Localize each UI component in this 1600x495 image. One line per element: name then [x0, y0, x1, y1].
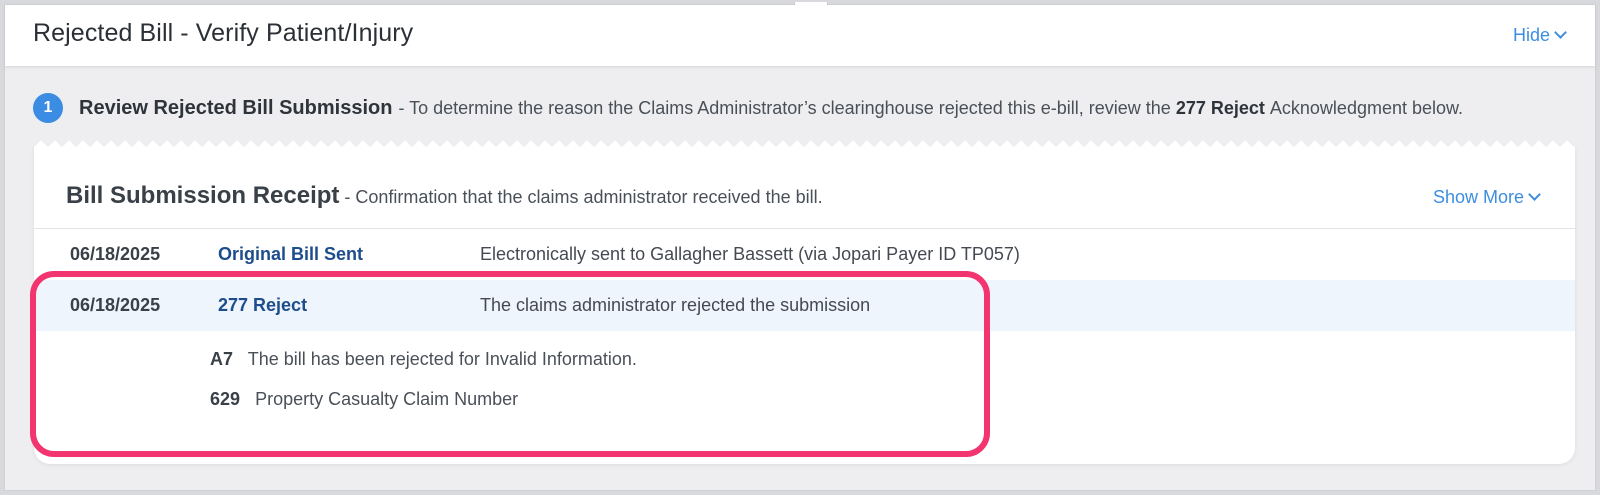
- timeline-event-link[interactable]: 277 Reject: [218, 295, 307, 316]
- step-bold-term: 277 Reject: [1175, 97, 1265, 118]
- reject-reason-text: Property Casualty Claim Number: [255, 389, 519, 409]
- chevron-down-icon: [1554, 26, 1567, 39]
- reject-reason-code: 629: [210, 389, 241, 409]
- rejected-bill-panel: Rejected Bill - Verify Patient/Injury Hi…: [4, 2, 1596, 491]
- timeline-description: The claims administrator rejected the su…: [480, 295, 871, 315]
- receipt-subtitle: - Confirmation that the claims administr…: [344, 187, 823, 207]
- step-title: Review Rejected Bill Submission: [79, 96, 393, 119]
- receipt-title: Bill Submission Receipt: [66, 182, 340, 209]
- reject-reason-item: 629 Property Casualty Claim Number: [210, 389, 518, 410]
- timeline-date: 06/18/2025: [70, 244, 161, 264]
- timeline-row-selected: 06/18/2025 277 Reject The claims adminis…: [34, 280, 1575, 331]
- step-number-badge: 1: [33, 93, 63, 123]
- step-text-before: - To determine the reason the Claims Adm…: [398, 97, 1171, 118]
- timeline-event-link[interactable]: Original Bill Sent: [218, 244, 363, 265]
- panel-header: Rejected Bill - Verify Patient/Injury Hi…: [5, 5, 1595, 67]
- reject-reason-text: The bill has been rejected for Invalid I…: [247, 349, 637, 369]
- bill-submission-receipt-card: Bill Submission Receipt - Confirmation t…: [34, 140, 1575, 464]
- chevron-down-icon: [1528, 188, 1541, 201]
- step-instruction: 1 Review Rejected Bill Submission - To d…: [33, 93, 1575, 123]
- receipt-heading: Bill Submission Receipt - Confirmation t…: [66, 182, 823, 210]
- timeline-row: 06/18/2025 Original Bill Sent Electronic…: [34, 229, 1575, 280]
- page-title: Rejected Bill - Verify Patient/Injury: [33, 19, 414, 47]
- hide-button-label: Hide: [1512, 25, 1550, 45]
- timeline-date: 06/18/2025: [70, 295, 161, 315]
- show-more-button[interactable]: Show More: [1432, 187, 1541, 208]
- reject-reason-code: A7: [210, 349, 234, 369]
- step-text-after: Acknowledgment below.: [1269, 97, 1464, 118]
- reject-reason-item: A7 The bill has been rejected for Invali…: [210, 349, 637, 370]
- receipt-torn-edge: [34, 140, 1575, 148]
- timeline-description: Electronically sent to Gallagher Bassett…: [480, 244, 1020, 264]
- show-more-label: Show More: [1432, 187, 1524, 207]
- hide-button[interactable]: Hide: [1512, 25, 1567, 46]
